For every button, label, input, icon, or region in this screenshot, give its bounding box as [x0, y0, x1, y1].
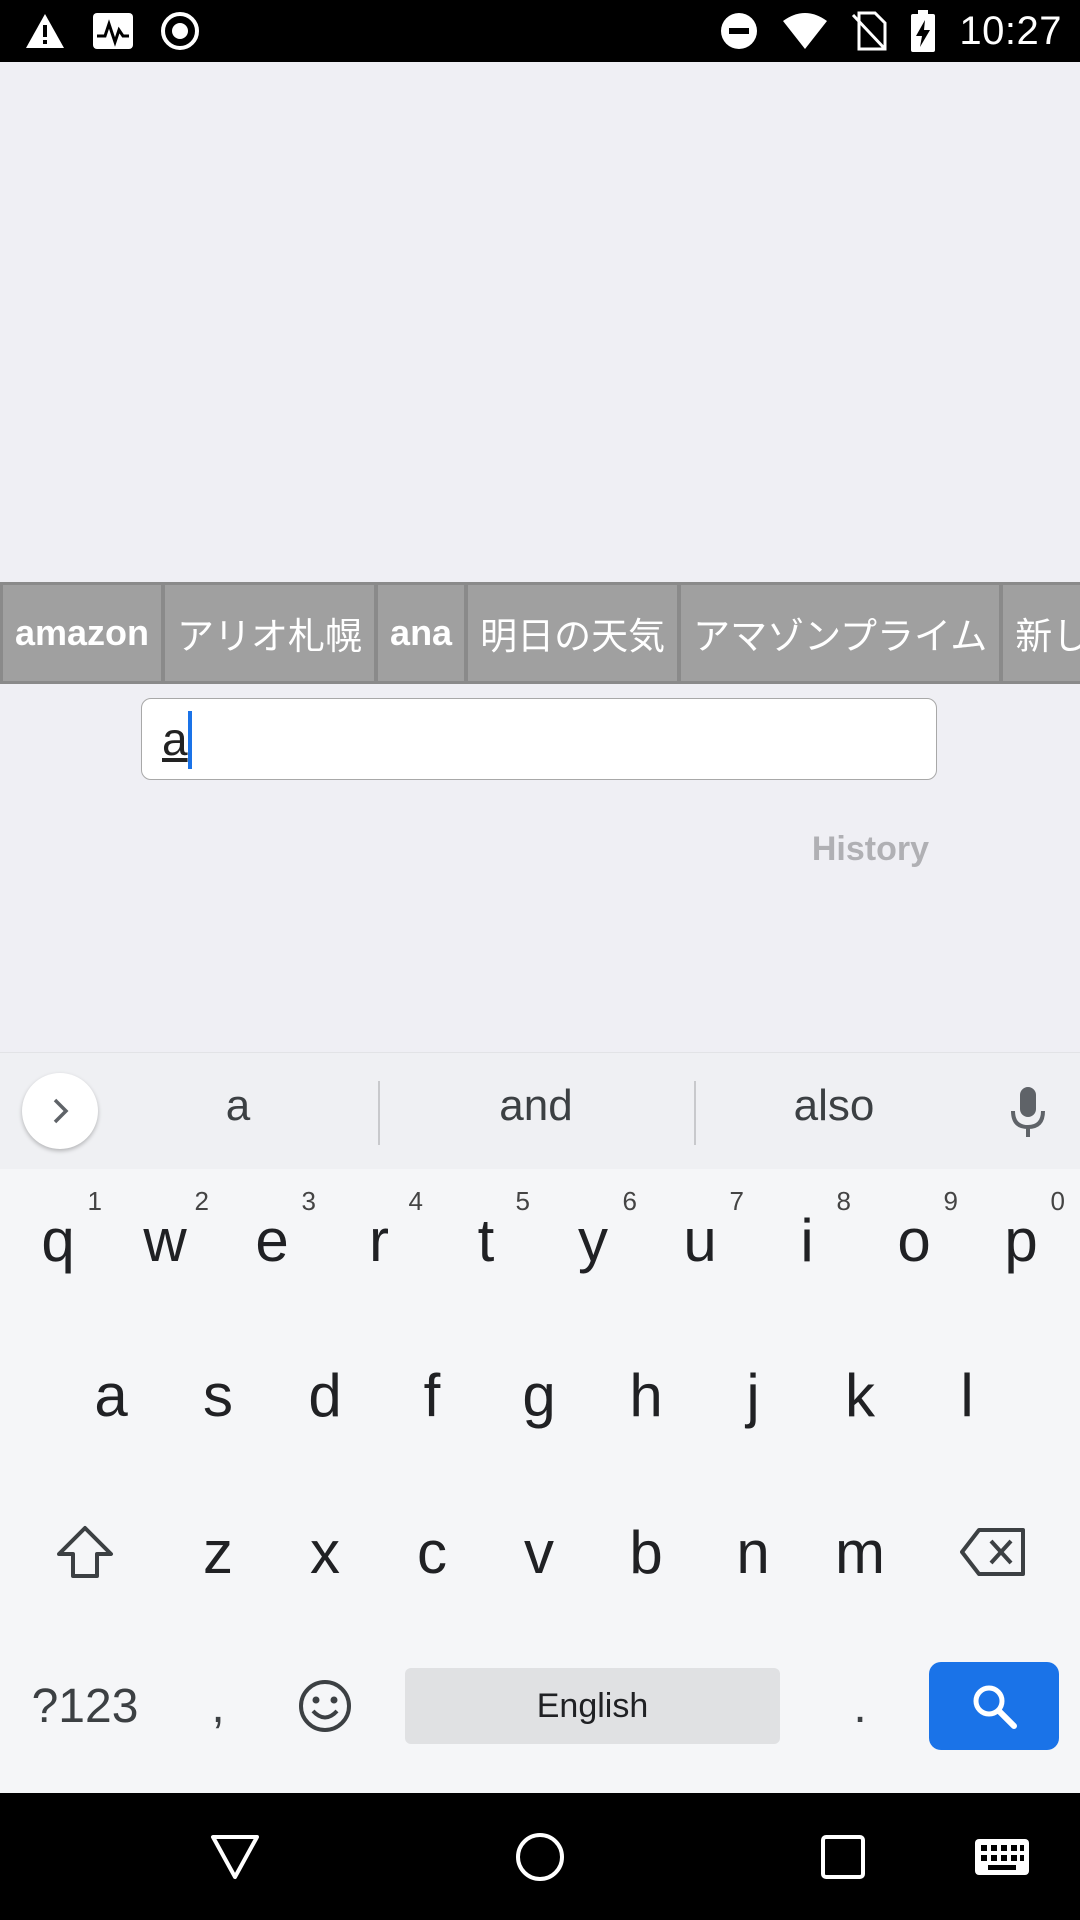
key-label: w: [143, 1206, 187, 1274]
expand-toolbar-button[interactable]: [22, 1073, 98, 1149]
key-h[interactable]: h: [596, 1335, 696, 1455]
key-hint: 3: [301, 1186, 316, 1216]
text-cursor: [188, 711, 192, 769]
search-input-value: a: [162, 713, 188, 765]
key-label: y: [578, 1206, 608, 1274]
key-b[interactable]: b: [596, 1492, 696, 1612]
back-triangle-icon: [211, 1834, 259, 1879]
history-button[interactable]: History: [812, 830, 929, 869]
space-key[interactable]: English: [405, 1668, 780, 1744]
key-f[interactable]: f: [382, 1335, 482, 1455]
key-o[interactable]: o9: [864, 1180, 964, 1300]
keyboard: a and also q1 w2 e3 r4 t5 y6 u7 i8 o9 p0…: [0, 1052, 1080, 1793]
key-d[interactable]: d: [275, 1335, 375, 1455]
suggestion-chip[interactable]: アマゾンプライム: [681, 585, 1004, 681]
key-label: i: [800, 1206, 814, 1274]
key-a[interactable]: a: [61, 1335, 161, 1455]
home-button[interactable]: [505, 1793, 575, 1920]
key-i[interactable]: i8: [757, 1180, 857, 1300]
wifi-icon: [783, 13, 828, 49]
word-suggestion[interactable]: also: [734, 1081, 934, 1131]
home-circle-icon: [516, 1832, 564, 1881]
key-hint: 5: [515, 1186, 530, 1216]
suggestion-bar: amazon アリオ札幌 ana 明日の天気 アマゾンプライム 新し: [0, 582, 1080, 684]
period-key[interactable]: .: [810, 1646, 910, 1766]
status-bar: 10:27: [0, 0, 1080, 62]
key-e[interactable]: e3: [222, 1180, 322, 1300]
divider: [378, 1081, 380, 1145]
chevron-right-icon: [53, 1098, 69, 1124]
symbols-key[interactable]: ?123: [20, 1646, 150, 1766]
activity-monitor-icon: [93, 13, 133, 49]
key-j[interactable]: j: [703, 1335, 803, 1455]
key-hint: 7: [729, 1186, 744, 1216]
key-label: t: [477, 1206, 495, 1274]
emoji-key[interactable]: [275, 1646, 375, 1766]
do-not-disturb-icon: [721, 13, 758, 49]
recents-square-icon: [821, 1834, 865, 1879]
key-r[interactable]: r4: [329, 1180, 429, 1300]
word-suggestion[interactable]: and: [436, 1081, 636, 1131]
key-c[interactable]: c: [382, 1492, 482, 1612]
key-v[interactable]: v: [489, 1492, 589, 1612]
navigation-bar: [0, 1793, 1080, 1920]
backspace-key[interactable]: [944, 1492, 1044, 1612]
key-hint: 0: [1050, 1186, 1065, 1216]
search-icon: [973, 1685, 1017, 1729]
key-x[interactable]: x: [275, 1492, 375, 1612]
key-hint: 9: [943, 1186, 958, 1216]
battery-charging-icon: [911, 10, 936, 52]
suggestion-chip[interactable]: 明日の天気: [468, 585, 682, 681]
comma-key[interactable]: ,: [168, 1646, 268, 1766]
recents-button[interactable]: [808, 1793, 878, 1920]
keyboard-switch-button[interactable]: [970, 1793, 1034, 1920]
key-k[interactable]: k: [810, 1335, 910, 1455]
key-label: p: [1004, 1206, 1038, 1274]
app-area: [0, 62, 1080, 1052]
key-z[interactable]: z: [168, 1492, 268, 1612]
key-hint: 6: [622, 1186, 637, 1216]
suggestion-chip[interactable]: amazon: [0, 585, 166, 681]
key-label: r: [369, 1206, 389, 1274]
microphone-icon[interactable]: [1008, 1085, 1048, 1141]
key-hint: 1: [87, 1186, 102, 1216]
shift-icon: [57, 1526, 113, 1578]
key-u[interactable]: u7: [650, 1180, 750, 1300]
suggestion-chip[interactable]: ana: [378, 585, 469, 681]
key-q[interactable]: q1: [8, 1180, 108, 1300]
search-input[interactable]: a: [141, 698, 937, 780]
emoji-icon: [299, 1680, 351, 1732]
keyboard-suggestion-strip: a and also: [0, 1052, 1080, 1169]
key-label: e: [255, 1206, 289, 1274]
back-button[interactable]: [200, 1793, 270, 1920]
backspace-icon: [960, 1528, 1025, 1576]
key-t[interactable]: t5: [436, 1180, 536, 1300]
key-l[interactable]: l: [917, 1335, 1017, 1455]
divider: [694, 1081, 696, 1145]
clock: 10:27: [959, 8, 1062, 53]
key-label: u: [683, 1206, 717, 1274]
key-hint: 2: [194, 1186, 209, 1216]
key-p[interactable]: p0: [971, 1180, 1071, 1300]
warning-icon: [26, 14, 64, 48]
shift-key[interactable]: [35, 1492, 135, 1612]
key-label: o: [897, 1206, 931, 1274]
record-icon: [161, 12, 199, 50]
no-sim-icon: [852, 11, 887, 51]
key-m[interactable]: m: [810, 1492, 910, 1612]
key-g[interactable]: g: [489, 1335, 589, 1455]
key-w[interactable]: w2: [115, 1180, 215, 1300]
key-label: q: [41, 1206, 75, 1274]
keyboard-icon: [975, 1838, 1029, 1875]
key-hint: 8: [836, 1186, 851, 1216]
word-suggestion[interactable]: a: [168, 1081, 308, 1131]
suggestion-chip[interactable]: アリオ札幌: [165, 585, 379, 681]
key-n[interactable]: n: [703, 1492, 803, 1612]
search-key[interactable]: [929, 1662, 1059, 1750]
suggestion-chip[interactable]: 新し: [1003, 585, 1080, 681]
key-s[interactable]: s: [168, 1335, 268, 1455]
key-hint: 4: [408, 1186, 423, 1216]
key-y[interactable]: y6: [543, 1180, 643, 1300]
